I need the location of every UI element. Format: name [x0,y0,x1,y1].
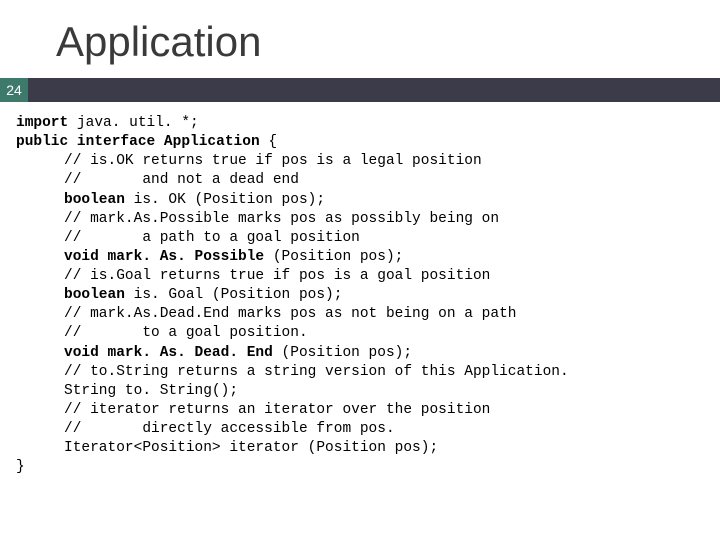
badge-bar [28,78,720,102]
code-comment: // to.String returns a string version of… [16,363,704,382]
code-line: void mark. As. Dead. End (Position pos); [16,344,704,363]
code-text: (Position pos); [273,345,412,361]
code-comment: // mark.As.Dead.End marks pos as not bei… [16,305,704,324]
kw-import: import [16,115,68,131]
code-text: (Position pos); [264,249,403,265]
code-block: import java. util. *; public interface A… [0,114,720,477]
code-line: Iterator<Position> iterator (Position po… [16,439,704,458]
title-area: Application [0,0,720,78]
kw-boolean: boolean [64,192,125,208]
code-line: String to. String(); [16,382,704,401]
kw-void: void mark. As. Dead. End [64,345,273,361]
code-text: java. util. *; [68,115,199,131]
code-comment: // is.Goal returns true if pos is a goal… [16,267,704,286]
code-line: void mark. As. Possible (Position pos); [16,248,704,267]
code-comment: // a path to a goal position [16,229,704,248]
code-text: is. Goal (Position pos); [125,287,343,303]
code-line: boolean is. Goal (Position pos); [16,286,704,305]
code-text: is. OK (Position pos); [125,192,325,208]
page-badge-row: 24 [0,78,720,102]
code-text: { [260,134,277,150]
code-comment: // directly accessible from pos. [16,420,704,439]
code-brace: } [16,459,25,475]
code-line: boolean is. OK (Position pos); [16,191,704,210]
page-number-badge: 24 [0,78,28,102]
code-comment: // mark.As.Possible marks pos as possibl… [16,210,704,229]
slide-title: Application [56,18,720,66]
kw-boolean: boolean [64,287,125,303]
code-comment: // and not a dead end [16,171,704,190]
code-comment: // iterator returns an iterator over the… [16,401,704,420]
kw-public-interface: public interface Application [16,134,260,150]
kw-void: void mark. As. Possible [64,249,264,265]
code-comment: // to a goal position. [16,324,704,343]
code-comment: // is.OK returns true if pos is a legal … [16,152,704,171]
